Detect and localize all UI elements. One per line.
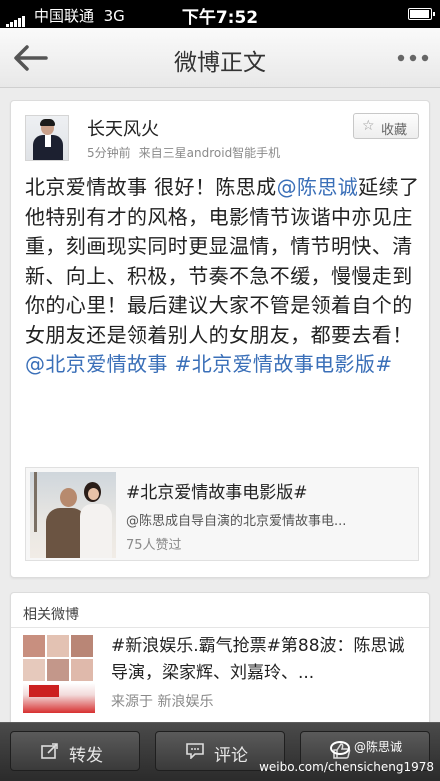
comment-label: 评论 (214, 746, 248, 766)
topic-thumbnail (30, 472, 116, 558)
watermark-handle: @陈思诚 (330, 738, 402, 755)
mention-link[interactable]: @陈思诚 (277, 175, 359, 199)
topic-likes: 75人赞过 (126, 538, 182, 553)
repost-button[interactable]: 转发 (10, 731, 140, 771)
page-title: 微博正文 (174, 50, 266, 76)
post-source: 来自三星android智能手机 (138, 146, 281, 160)
comment-icon (186, 743, 204, 760)
avatar[interactable] (25, 115, 69, 161)
related-item-text[interactable]: #新浪娱乐.霸气抢票#第88波：陈思诚导演，梁家辉、刘嘉玲、... (111, 633, 421, 687)
post-meta: 5分钟前 来自三星android智能手机 (87, 144, 288, 161)
mention-link[interactable]: @北京爱情故事 (25, 352, 168, 376)
watermark-url: weibo.com/chensicheng1978 (259, 760, 434, 774)
battery-icon (408, 8, 435, 20)
clock: 下午7:52 (181, 8, 259, 28)
status-bar: 中国联通 3G 下午7:52 (0, 0, 440, 28)
topic-attachment[interactable]: #北京爱情故事电影版# @陈思成自导自演的北京爱情故事电... 75人赞过 (25, 467, 419, 561)
favorite-button[interactable]: ☆ 收藏 (353, 113, 419, 139)
related-section: 相关微博 #新浪娱乐.霸气抢票#第88波：陈思诚导演，梁家辉、刘嘉玲、... 来… (10, 592, 430, 732)
post-time: 5分钟前 (87, 146, 131, 160)
favorite-label: 收藏 (381, 123, 408, 138)
topic-title: #北京爱情故事电影版# (126, 483, 308, 503)
related-thumbnail (23, 633, 95, 713)
username[interactable]: 长天风火 (87, 115, 159, 141)
more-icon[interactable] (396, 50, 430, 64)
repost-icon (41, 743, 59, 759)
repost-label: 转发 (69, 746, 103, 766)
nav-bar: 微博正文 (0, 28, 440, 88)
star-icon: ☆ (362, 118, 375, 134)
post-card: 长天风火 5分钟前 来自三星android智能手机 ☆ 收藏 北京爱情故事 很好！… (10, 100, 430, 578)
related-header: 相关微博 (23, 607, 79, 623)
weibo-logo-icon (330, 740, 350, 755)
post-text: 北京爱情故事 很好！陈思成@陈思诚延续了他特别有才的风格，电影情节诙谐中亦见庄重… (25, 175, 420, 376)
related-item-source: 来源于 新浪娱乐 (111, 694, 214, 710)
divider (11, 627, 429, 628)
topic-description: @陈思成自导自演的北京爱情故事电... (126, 514, 347, 529)
hashtag-link[interactable]: #北京爱情故事电影版# (175, 352, 393, 376)
